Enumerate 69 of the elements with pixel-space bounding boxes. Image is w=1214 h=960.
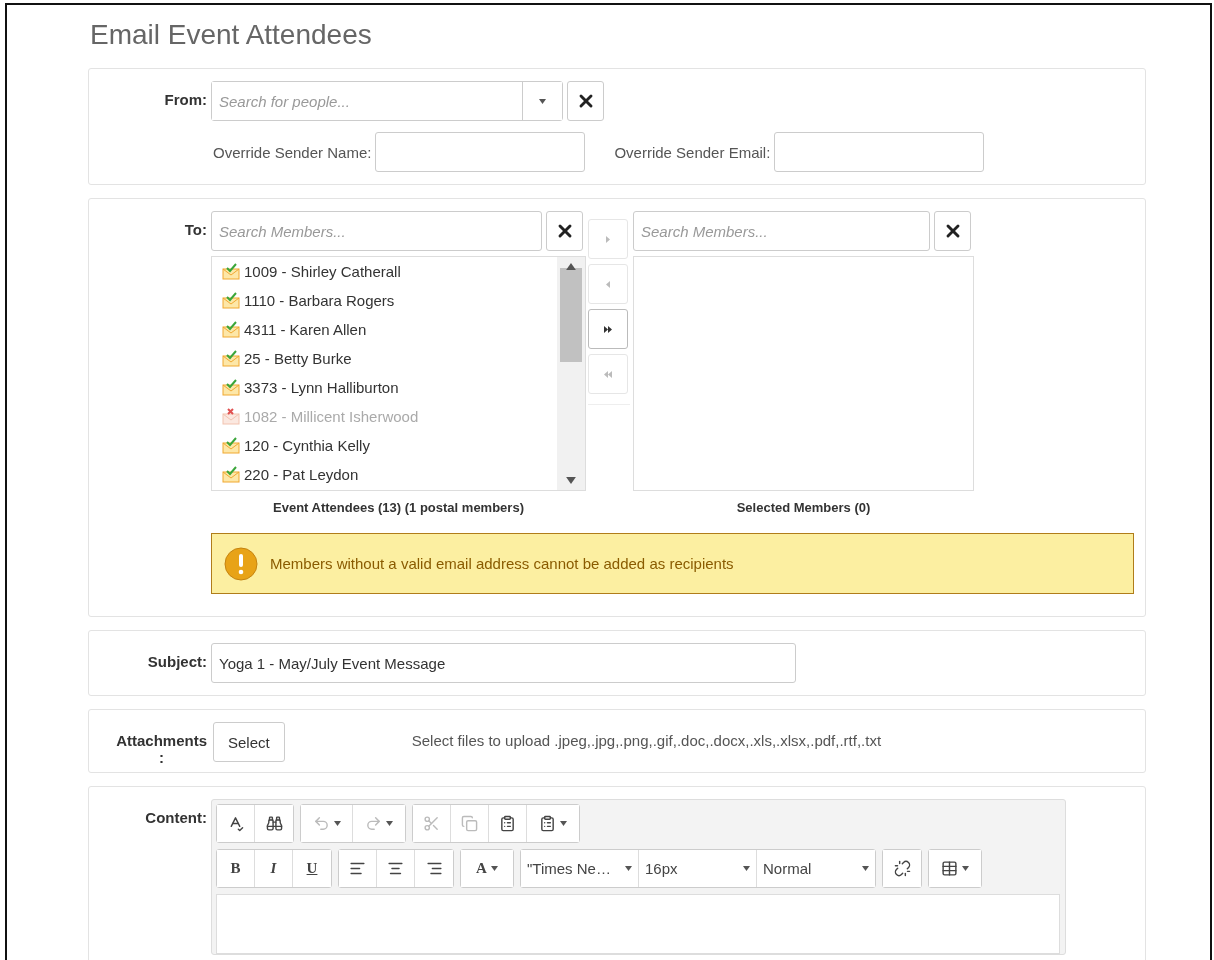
- play-icon: [604, 235, 612, 243]
- field-label: Override Sender Name:: [213, 143, 372, 161]
- field-label: Attachments :: [116, 732, 207, 766]
- envelope-check-icon: [222, 321, 240, 338]
- caret-icon: [565, 263, 577, 270]
- back-icon: [604, 280, 612, 288]
- envelope-check-icon: [222, 437, 240, 454]
- clear-button[interactable]: [934, 211, 971, 251]
- rewind-icon: [604, 370, 612, 378]
- table-button[interactable]: [929, 850, 981, 887]
- dropdown-select[interactable]: "Times Ne…: [521, 850, 639, 887]
- redo-icon: [365, 815, 382, 832]
- member-item[interactable]: 1110 - Barbara Rogers: [222, 286, 557, 315]
- caret-icon: [565, 477, 577, 484]
- warning-icon: [224, 546, 258, 581]
- dropdown-button[interactable]: [522, 82, 562, 120]
- page-title: Email Event Attendees: [90, 19, 373, 51]
- binoculars-icon: [265, 815, 283, 832]
- field-label: Override Sender Email:: [614, 143, 771, 161]
- table-icon: [941, 860, 958, 877]
- font-color-button[interactable]: A: [461, 850, 513, 887]
- caret-icon: [539, 98, 546, 104]
- member-item[interactable]: 4311 - Karen Allen: [222, 315, 557, 344]
- envelope-check-icon: [222, 263, 240, 280]
- list-caption: Event Attendees (13) (1 postal members): [272, 500, 525, 515]
- envelope-cross-icon: [222, 408, 240, 425]
- member-item[interactable]: 25 - Betty Burke: [222, 344, 557, 373]
- clipboard-icon: [539, 815, 556, 832]
- upload-hint: Select files to upload .jpeg,.jpg,.png,.gif,.doc,.docx,.xls,.xlsx,.pdf,.rtf,.txt: [411, 732, 882, 749]
- subject-field[interactable]: Yoga 1 - May/July Event Message: [211, 643, 796, 683]
- sender-email-field[interactable]: [774, 132, 985, 172]
- align-right-icon: [425, 860, 443, 877]
- spellcheck-button[interactable]: [217, 805, 255, 842]
- scroll-thumb[interactable]: [560, 268, 582, 362]
- unlink-button[interactable]: [883, 850, 921, 887]
- field-label: Subject:: [147, 653, 207, 670]
- member-item[interactable]: 1009 - Shirley Catherall: [222, 257, 557, 286]
- fast-forward-icon: [604, 325, 612, 333]
- unlink-icon: [893, 860, 911, 877]
- alert-message: Members without a valid email address cannot be added as recipients: [270, 555, 734, 572]
- clear-button[interactable]: [567, 81, 604, 121]
- clipboard-icon: [499, 815, 516, 832]
- member-item[interactable]: 220 - Pat Leydon: [222, 460, 557, 489]
- envelope-check-icon: [222, 292, 240, 309]
- member-item[interactable]: 3373 - Lynn Halliburton: [222, 373, 557, 402]
- field-label: Content:: [145, 809, 207, 826]
- bold-button[interactable]: B: [217, 850, 255, 887]
- sender-name-field[interactable]: [375, 132, 586, 172]
- member-search-field[interactable]: Search Members...: [211, 211, 542, 251]
- list-caption: Selected Members (0): [735, 500, 872, 515]
- envelope-check-icon: [222, 350, 240, 367]
- scrollbar[interactable]: [557, 257, 585, 490]
- member-item[interactable]: 120 - Cynthia Kelly: [222, 431, 557, 460]
- align-left-button[interactable]: [339, 850, 377, 887]
- clear-button[interactable]: [546, 211, 583, 251]
- envelope-check-icon: [222, 466, 240, 483]
- align-center-icon: [387, 860, 404, 877]
- scissors-icon: [423, 815, 440, 832]
- field-label: From:: [164, 91, 207, 108]
- envelope-check-icon: [222, 379, 240, 396]
- copy-icon: [461, 815, 478, 832]
- member-search-field[interactable]: Search Members...: [633, 211, 930, 251]
- select-button[interactable]: Select: [213, 722, 285, 762]
- align-left-icon: [349, 860, 366, 877]
- people-search-field[interactable]: Search for people...: [211, 81, 563, 121]
- undo-icon: [312, 815, 330, 832]
- editor-area[interactable]: [216, 894, 1060, 954]
- move-button[interactable]: [588, 309, 628, 349]
- field-label: To:: [184, 221, 207, 238]
